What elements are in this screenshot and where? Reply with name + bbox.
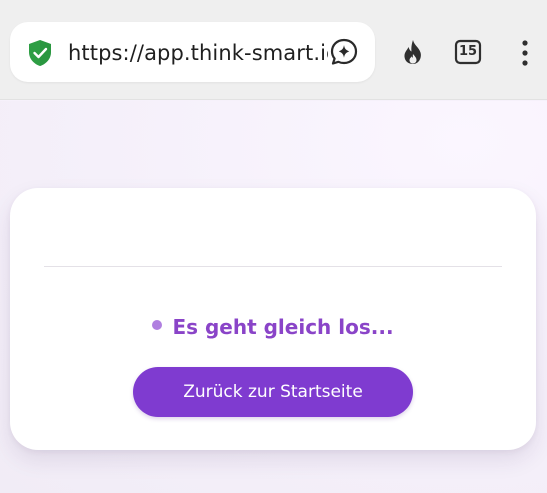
sparkle-chat-icon[interactable] [328, 36, 360, 68]
tab-switcher-icon[interactable]: 15 [453, 38, 485, 70]
flame-icon[interactable] [397, 37, 429, 69]
status-text: Es geht gleich los... [172, 315, 394, 339]
more-vertical-icon[interactable] [509, 37, 541, 69]
address-bar[interactable]: https://app.think-smart.ic [10, 22, 375, 82]
card-divider [44, 266, 502, 267]
url-text[interactable]: https://app.think-smart.ic [68, 39, 328, 67]
tab-count: 15 [458, 44, 478, 59]
loading-card: Es geht gleich los... Zurück zur Startse… [10, 188, 536, 450]
status-line: Es geht gleich los... [10, 312, 536, 342]
browser-toolbar: https://app.think-smart.ic 15 [0, 0, 547, 100]
status-dot-icon [152, 320, 163, 330]
back-to-home-button[interactable]: Zurück zur Startseite [133, 367, 413, 417]
shield-check-icon[interactable] [25, 38, 55, 68]
